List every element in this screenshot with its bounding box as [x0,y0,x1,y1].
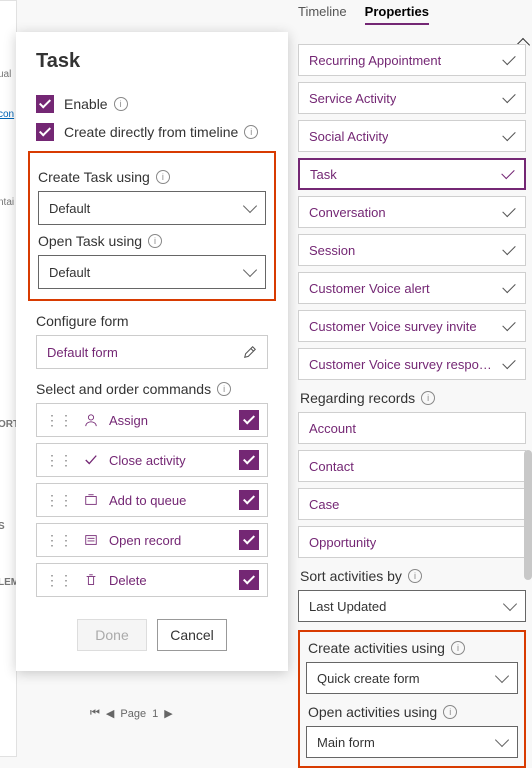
info-icon[interactable]: i [421,391,435,405]
create-activities-using-select[interactable]: Quick create form [306,662,518,694]
activity-session[interactable]: Session [298,234,526,266]
command-add-to-queue[interactable]: ⋮⋮Add to queue [36,483,268,517]
command-delete[interactable]: ⋮⋮Delete [36,563,268,597]
configure-form-value: Default form [47,345,118,360]
pager: ⏮ ◀ Page 1 ▶ [90,707,173,720]
regarding-account[interactable]: Account [298,412,526,444]
info-icon[interactable]: i [114,97,128,111]
command-checkbox[interactable] [239,490,259,510]
enable-label: Enable [64,96,108,112]
grip-icon: ⋮⋮ [45,452,73,469]
info-icon[interactable]: i [217,382,231,396]
activity-cv-survey-response[interactable]: Customer Voice survey response [298,348,526,380]
check-icon [501,165,514,178]
grip-icon: ⋮⋮ [45,412,73,429]
done-button: Done [77,619,147,651]
enable-checkbox[interactable] [36,95,54,113]
first-page-icon[interactable]: ⏮ [90,707,100,720]
highlight-box-task-using: Create Task using i Default Open Task usi… [28,151,276,301]
open-task-using-value: Default [49,265,90,280]
open-task-using-select[interactable]: Default [38,255,266,289]
command-checkbox[interactable] [239,410,259,430]
check-icon [502,317,515,330]
regarding-contact[interactable]: Contact [298,450,526,482]
command-assign[interactable]: ⋮⋮Assign [36,403,268,437]
commands-label: Select and order commands [36,381,211,397]
sort-activities-label: Sort activities by [300,568,402,584]
activity-social-activity[interactable]: Social Activity [298,120,526,152]
open-task-using-label: Open Task using [38,233,142,249]
chevron-down-icon [243,199,257,213]
check-icon [502,89,515,102]
scrollbar[interactable] [524,450,532,580]
open-activities-using-select[interactable]: Main form [306,726,518,758]
activity-recurring-appointment[interactable]: Recurring Appointment [298,44,526,76]
grip-icon: ⋮⋮ [45,532,73,549]
info-icon[interactable]: i [408,569,422,583]
activity-conversation[interactable]: Conversation [298,196,526,228]
create-task-using-label: Create Task using [38,169,150,185]
command-close-activity[interactable]: ⋮⋮Close activity [36,443,268,477]
check-icon [502,355,515,368]
tab-timeline[interactable]: Timeline [298,4,347,25]
create-directly-checkbox[interactable] [36,123,54,141]
configure-form-label: Configure form [36,313,268,329]
create-task-using-select[interactable]: Default [38,191,266,225]
configure-form-row[interactable]: Default form [36,335,268,369]
check-icon [502,279,515,292]
queue-icon [83,493,99,507]
chevron-down-icon [495,669,509,683]
task-panel: Task Enable i Create directly from timel… [16,32,288,671]
properties-panel: Recurring Appointment Service Activity S… [298,44,526,768]
highlight-box-activities-using: Create activities using i Quick create fo… [298,630,526,768]
sort-activities-select[interactable]: Last Updated [298,590,526,622]
regarding-case[interactable]: Case [298,488,526,520]
check-icon [83,453,99,467]
command-open-record[interactable]: ⋮⋮Open record [36,523,268,557]
check-icon [502,127,515,140]
command-checkbox[interactable] [239,450,259,470]
info-icon[interactable]: i [443,705,457,719]
info-icon[interactable]: i [244,125,258,139]
person-icon [83,413,99,427]
cropped-left-strip: ual con ntai ORTI S LEM [0,0,17,757]
activity-cv-survey-invite[interactable]: Customer Voice survey invite [298,310,526,342]
open-activities-using-label: Open activities using [308,704,437,720]
cancel-button[interactable]: Cancel [157,619,227,651]
edit-icon [243,345,257,359]
create-task-using-value: Default [49,201,90,216]
regarding-opportunity[interactable]: Opportunity [298,526,526,558]
chevron-down-icon [243,263,257,277]
grip-icon: ⋮⋮ [45,572,73,589]
info-icon[interactable]: i [156,170,170,184]
create-directly-label: Create directly from timeline [64,124,238,140]
activity-task[interactable]: Task [298,158,526,190]
task-title: Task [36,50,268,73]
activity-cv-alert[interactable]: Customer Voice alert [298,272,526,304]
tab-properties[interactable]: Properties [365,4,429,25]
prev-page-icon[interactable]: ◀ [106,707,114,720]
info-icon[interactable]: i [148,234,162,248]
trash-icon [83,573,99,587]
create-activities-using-label: Create activities using [308,640,445,656]
grip-icon: ⋮⋮ [45,492,73,509]
regarding-records-label: Regarding records [300,390,415,406]
check-icon [502,241,515,254]
check-icon [502,51,515,64]
command-checkbox[interactable] [239,530,259,550]
chevron-down-icon [503,597,517,611]
activity-service-activity[interactable]: Service Activity [298,82,526,114]
next-page-icon[interactable]: ▶ [164,707,172,720]
command-checkbox[interactable] [239,570,259,590]
chevron-down-icon [495,733,509,747]
check-icon [502,203,515,216]
info-icon[interactable]: i [451,641,465,655]
record-icon [83,533,99,547]
